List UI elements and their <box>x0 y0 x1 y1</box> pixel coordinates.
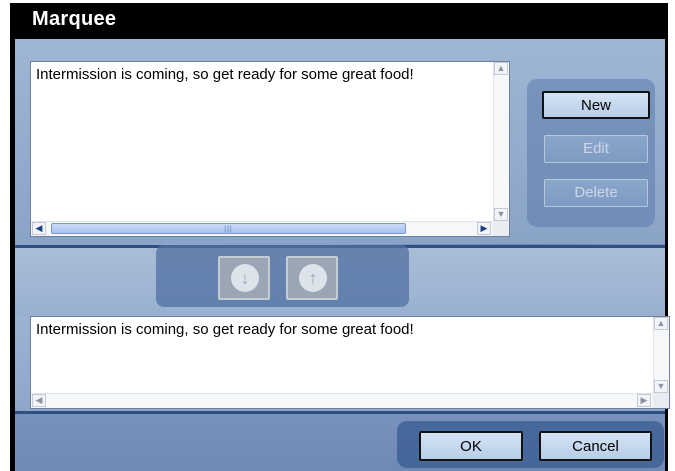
move-down-button[interactable]: ↓ <box>218 256 270 300</box>
textarea-vertical-scrollbar[interactable]: ▲ ▼ <box>653 317 669 393</box>
scroll-down-icon[interactable]: ▼ <box>654 380 668 393</box>
textarea-horizontal-scrollbar[interactable]: ◀ ▶ <box>31 393 653 408</box>
scroll-left-icon[interactable]: ◀ <box>32 222 46 235</box>
message-text[interactable]: Intermission is coming, so get ready for… <box>36 321 414 338</box>
list-item[interactable]: Intermission is coming, so get ready for… <box>36 66 496 83</box>
cancel-button[interactable]: Cancel <box>539 431 652 461</box>
horizontal-scroll-thumb[interactable]: ||| <box>51 223 406 234</box>
message-textarea[interactable]: Intermission is coming, so get ready for… <box>30 316 670 409</box>
reorder-panel: ↓ ↑ <box>156 245 409 307</box>
delete-button[interactable]: Delete <box>544 179 648 207</box>
list-actions-panel: New Edit Delete <box>527 79 655 227</box>
marquee-dialog: Marquee Intermission is coming, so get r… <box>10 3 670 471</box>
scroll-up-icon[interactable]: ▲ <box>654 317 668 330</box>
move-up-button[interactable]: ↑ <box>286 256 338 300</box>
grip-icon: ||| <box>224 226 233 233</box>
dialog-body: Intermission is coming, so get ready for… <box>15 39 670 471</box>
arrow-down-icon: ↓ <box>231 264 259 292</box>
scroll-right-icon[interactable]: ▶ <box>477 222 491 235</box>
scroll-up-icon[interactable]: ▲ <box>494 62 508 75</box>
scrollbar-corner <box>653 393 669 408</box>
window-title: Marquee <box>32 8 117 30</box>
horizontal-scrollbar[interactable]: ◀ ||| ▶ <box>31 221 493 236</box>
scroll-down-icon[interactable]: ▼ <box>494 208 508 221</box>
messages-listbox[interactable]: Intermission is coming, so get ready for… <box>30 61 510 237</box>
title-bar: Marquee <box>10 3 668 38</box>
scrollbar-corner <box>493 221 509 236</box>
new-button[interactable]: New <box>542 91 650 119</box>
scroll-right-icon[interactable]: ▶ <box>637 394 651 407</box>
dialog-buttons-panel: OK Cancel <box>397 421 664 468</box>
scroll-left-icon[interactable]: ◀ <box>32 394 46 407</box>
vertical-scrollbar[interactable]: ▲ ▼ <box>493 62 509 221</box>
edit-button[interactable]: Edit <box>544 135 648 163</box>
arrow-up-icon: ↑ <box>299 264 327 292</box>
ok-button[interactable]: OK <box>419 431 523 461</box>
